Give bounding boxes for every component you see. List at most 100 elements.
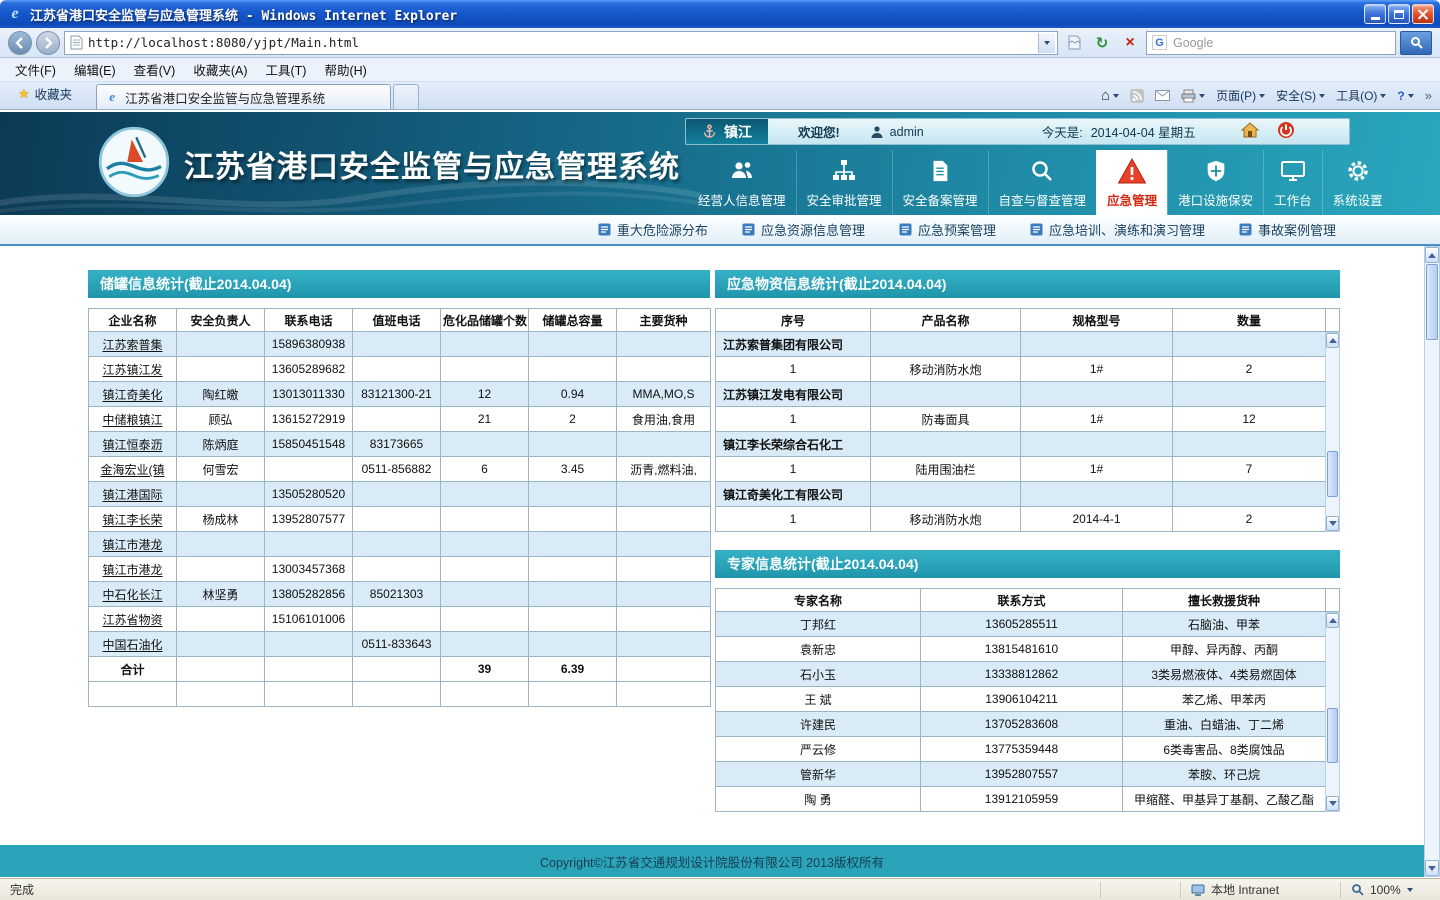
expert-row: 严云修 13775359448 6类毒害品、8类腐蚀品 xyxy=(715,736,1326,762)
company-link[interactable]: 镇江市港龙 xyxy=(88,556,177,582)
company-link[interactable]: 金海宏业(镇 xyxy=(88,456,177,482)
company-link[interactable]: 镇江恒泰沥 xyxy=(88,431,177,457)
scrollbar-thumb[interactable] xyxy=(1327,451,1338,497)
col-quantity: 数量 xyxy=(1172,308,1326,332)
supplies-scrollbar[interactable] xyxy=(1325,332,1340,532)
company-link[interactable]: 江苏索普集 xyxy=(88,331,177,357)
scroll-up-button[interactable] xyxy=(1326,613,1339,628)
scroll-up-button[interactable] xyxy=(1425,247,1439,263)
zoom-control[interactable]: 100% xyxy=(1340,881,1440,898)
supplies-cell xyxy=(1020,431,1173,457)
magnifier-icon xyxy=(1029,157,1055,185)
nav-item-inspection[interactable]: 自查与督查管理 xyxy=(987,150,1097,215)
subnav-item-accident-cases[interactable]: 事故案例管理 xyxy=(1239,220,1336,239)
page-scrollbar[interactable] xyxy=(1424,246,1440,877)
nav-item-emergency[interactable]: 应急管理 xyxy=(1096,150,1168,215)
company-link[interactable]: 中国石油化 xyxy=(88,631,177,657)
close-button[interactable] xyxy=(1412,4,1434,24)
company-link[interactable]: 镇江市港龙 xyxy=(88,531,177,557)
tabs-bar: ★ 收藏夹 e 江苏省港口安全监管与应急管理系统 ⌂ 页面(P) 安全(S) 工… xyxy=(0,82,1440,110)
minimize-button[interactable] xyxy=(1364,4,1386,24)
subnav-item-hazard-distribution[interactable]: 重大危险源分布 xyxy=(598,220,708,239)
subnav-item-emergency-resources[interactable]: 应急资源信息管理 xyxy=(742,220,865,239)
search-button[interactable] xyxy=(1400,30,1432,55)
scroll-down-button[interactable] xyxy=(1326,516,1339,531)
nav-item-safety-filing[interactable]: 安全备案管理 xyxy=(891,150,988,215)
user-icon xyxy=(870,125,884,139)
scroll-up-button[interactable] xyxy=(1326,333,1339,348)
back-arrow-icon xyxy=(15,36,23,49)
logout-button[interactable] xyxy=(1277,121,1295,142)
safety-menu-button[interactable]: 安全(S) xyxy=(1276,87,1326,104)
refresh-button[interactable]: ↻ xyxy=(1090,31,1114,55)
menu-help[interactable]: 帮助(H) xyxy=(315,57,375,82)
group-company[interactable]: 镇江李长荣综合石化工 xyxy=(715,431,871,457)
nav-item-port-security[interactable]: 港口设施保安 xyxy=(1167,150,1263,215)
company-link[interactable]: 镇江港国际 xyxy=(88,481,177,507)
nav-item-safety-approval[interactable]: 安全审批管理 xyxy=(795,150,892,215)
window-title: 江苏省港口安全监管与应急管理系统 - Windows Internet Expl… xyxy=(30,8,458,24)
group-company[interactable]: 江苏索普集团有限公司 xyxy=(715,331,871,357)
company-link[interactable]: 镇江李长荣 xyxy=(88,506,177,532)
col-total-capacity: 储罐总容量 xyxy=(528,308,617,332)
status-bar: 完成 本地 Intranet 100% xyxy=(0,878,1440,900)
tank-cell xyxy=(352,556,441,582)
scroll-down-button[interactable] xyxy=(1326,796,1339,811)
port-selector[interactable]: 镇江 xyxy=(686,119,768,144)
company-link[interactable]: 江苏省物资 xyxy=(88,606,177,632)
nav-item-workbench[interactable]: 工作台 xyxy=(1263,150,1322,215)
company-link[interactable]: 中石化长江 xyxy=(88,581,177,607)
expert-cell: 6类毒害品、8类腐蚀品 xyxy=(1122,736,1326,762)
stop-button[interactable]: × xyxy=(1118,31,1142,55)
maximize-button[interactable] xyxy=(1388,4,1410,24)
tank-cell xyxy=(528,481,617,507)
menu-view[interactable]: 查看(V) xyxy=(125,57,185,82)
print-button[interactable] xyxy=(1181,89,1206,103)
tank-cell xyxy=(528,356,617,382)
subnav-item-training-drills[interactable]: 应急培训、演练和演习管理 xyxy=(1030,220,1205,239)
group-company[interactable]: 江苏镇江发电有限公司 xyxy=(715,381,871,407)
compatibility-view-button[interactable] xyxy=(1062,31,1086,55)
favorites-button[interactable]: ★ 收藏夹 xyxy=(8,79,82,109)
page-menu-button[interactable]: 页面(P) xyxy=(1216,87,1266,104)
supplies-cell: 1 xyxy=(715,506,871,532)
tank-cell: 0.94 xyxy=(528,381,617,407)
subnav-item-emergency-plans[interactable]: 应急预案管理 xyxy=(899,220,996,239)
company-link[interactable]: 江苏镇江发 xyxy=(88,356,177,382)
back-button[interactable] xyxy=(8,30,32,55)
search-input[interactable]: G Google xyxy=(1146,30,1396,55)
scroll-down-button[interactable] xyxy=(1425,860,1439,876)
company-link[interactable]: 中储粮镇江 xyxy=(88,406,177,432)
nav-item-system-settings[interactable]: 系统设置 xyxy=(1321,150,1393,215)
scrollbar-thumb[interactable] xyxy=(1327,708,1338,763)
scrollbar-thumb[interactable] xyxy=(1426,264,1438,340)
tools-menu-button[interactable]: 工具(O) xyxy=(1336,87,1387,104)
col-duty-phone: 值班电话 xyxy=(352,308,441,332)
address-dropdown-button[interactable] xyxy=(1038,32,1055,53)
company-link[interactable]: 镇江奇美化 xyxy=(88,381,177,407)
menu-favorites[interactable]: 收藏夹(A) xyxy=(184,57,256,82)
group-company[interactable]: 镇江奇美化工有限公司 xyxy=(715,481,871,507)
home-page-button[interactable] xyxy=(1240,122,1259,141)
tank-cell: MMA,MO,S xyxy=(616,381,711,407)
experts-scrollbar[interactable] xyxy=(1325,612,1340,812)
address-bar[interactable]: http://localhost:8080/yjpt/Main.html xyxy=(64,30,1058,55)
active-tab[interactable]: e 江苏省港口安全监管与应急管理系统 xyxy=(96,84,392,109)
forward-button[interactable] xyxy=(36,30,60,55)
read-mail-button[interactable] xyxy=(1155,90,1171,101)
expert-cell: 13815481610 xyxy=(920,636,1123,662)
col-company: 企业名称 xyxy=(88,308,177,332)
expert-cell: 13705283608 xyxy=(920,711,1123,737)
new-tab-stub[interactable] xyxy=(393,84,420,109)
nav-item-operator-info[interactable]: 经营人信息管理 xyxy=(688,150,796,215)
tank-cell: 13952807577 xyxy=(264,506,353,532)
supplies-item-row: 1 移动消防水炮 1# 2 xyxy=(715,356,1326,382)
overflow-chevron-icon[interactable]: » xyxy=(1425,88,1432,103)
expert-cell: 3类易燃液体、4类易燃固体 xyxy=(1122,661,1326,687)
home-button[interactable]: ⌂ xyxy=(1101,87,1120,104)
tank-cell: 陈炳庭 xyxy=(176,431,265,457)
supplies-group-row: 镇江李长荣综合石化工 xyxy=(715,431,1326,457)
help-button[interactable]: ? xyxy=(1397,89,1414,103)
feeds-button[interactable] xyxy=(1130,88,1145,103)
menu-tools[interactable]: 工具(T) xyxy=(256,57,315,82)
